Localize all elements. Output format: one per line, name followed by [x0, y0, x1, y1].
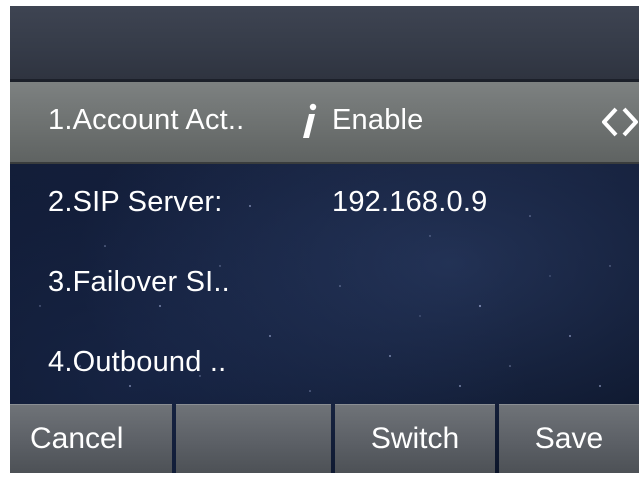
cancel-button[interactable]: Cancel — [10, 404, 172, 473]
phone-screen: 1.Account Act.. Enable 2.SIP Server: 192… — [0, 0, 639, 481]
lcd-display: 1.Account Act.. Enable 2.SIP Server: 192… — [10, 6, 639, 473]
left-right-arrows-icon[interactable] — [598, 106, 638, 138]
blank-softkey[interactable] — [176, 404, 331, 473]
menu-item-label: 1.Account Act.. — [48, 104, 245, 136]
menu-item-label: 2.SIP Server: — [48, 186, 223, 218]
menu-item-label: 4.Outbound .. — [48, 346, 227, 378]
menu-item-label: 3.Failover SI.. — [48, 266, 230, 298]
menu-item-value: 192.168.0.9 — [332, 186, 488, 218]
save-button[interactable]: Save — [499, 404, 639, 473]
menu-item-value: Enable — [332, 104, 424, 136]
menu-item-sip-server[interactable]: 2.SIP Server: 192.168.0.9 — [10, 164, 639, 244]
title-bar — [10, 6, 639, 82]
menu-item-outbound[interactable]: 4.Outbound .. — [10, 324, 639, 404]
switch-button[interactable]: Switch — [335, 404, 495, 473]
softkey-bar: Cancel Switch Save — [10, 404, 639, 473]
menu-item-account-active[interactable]: 1.Account Act.. Enable — [10, 82, 639, 164]
info-icon — [303, 103, 317, 138]
menu-item-failover-sip[interactable]: 3.Failover SI.. — [10, 244, 639, 324]
